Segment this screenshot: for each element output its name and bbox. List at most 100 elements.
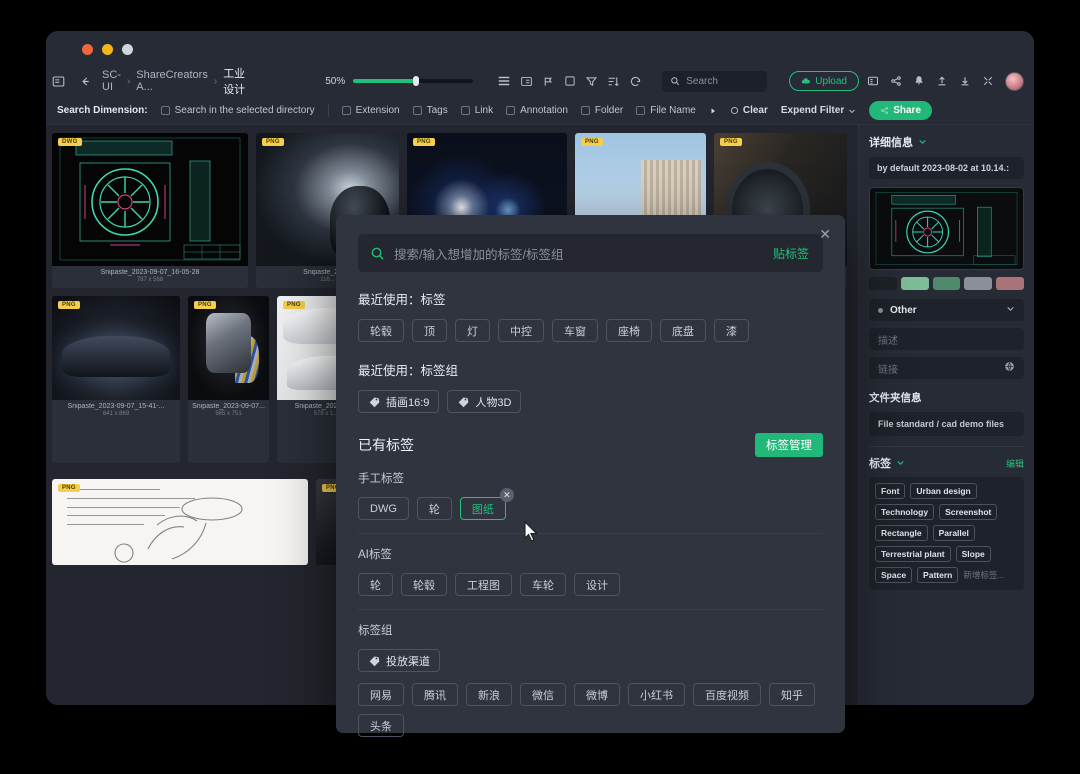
panel-icon[interactable] [867, 75, 879, 87]
gallery-item[interactable]: DWG Snipaste_2023-09-07_16-05-28 787 x 5… [52, 133, 248, 288]
group-member-chip[interactable]: 微信 [520, 683, 566, 706]
sidebar-tag[interactable]: Urban design [910, 483, 977, 499]
minimize-window-button[interactable] [102, 44, 113, 55]
group-member-chip[interactable]: 网易 [358, 683, 404, 706]
close-icon[interactable]: ✕ [819, 227, 831, 241]
download-icon[interactable] [959, 75, 971, 87]
ai-tag-chip[interactable]: 轮 [358, 573, 393, 596]
detail-view-icon[interactable] [520, 75, 533, 88]
thumbnail[interactable]: DWG [52, 133, 248, 266]
details-header[interactable]: 详细信息 [869, 134, 1024, 150]
fullscreen-icon[interactable] [982, 75, 994, 87]
chevron-down-icon[interactable] [1006, 304, 1015, 316]
remove-tag-icon[interactable]: ✕ [499, 488, 514, 502]
color-swatch[interactable] [932, 277, 961, 290]
color-swatch[interactable] [996, 277, 1024, 290]
checkbox-extension[interactable]: Extension [341, 105, 400, 116]
tag-management-button[interactable]: 标签管理 [755, 433, 823, 457]
maximize-window-button[interactable] [122, 44, 133, 55]
recent-tag-chip[interactable]: 灯 [455, 319, 490, 342]
checkbox-tags[interactable]: Tags [412, 105, 448, 116]
folder-path-value[interactable]: File standard / cad demo files [869, 412, 1024, 436]
user-avatar[interactable] [1005, 71, 1024, 91]
expand-arrow-icon[interactable] [709, 107, 717, 115]
paste-tag-button[interactable]: 贴标签 [773, 245, 809, 262]
upload-button[interactable]: Upload [789, 71, 859, 91]
square-icon[interactable] [564, 75, 576, 87]
checkbox-file-name[interactable]: File Name [636, 105, 696, 116]
manual-tag-chip[interactable]: 轮 [416, 497, 452, 520]
ai-tag-chip[interactable]: 车轮 [520, 573, 566, 596]
thumbnail[interactable]: PNG [52, 296, 180, 400]
thumbnail[interactable]: PNG [188, 296, 269, 400]
sidebar-tag[interactable]: Parallel [932, 525, 975, 541]
sidebar-tag[interactable]: Technology [875, 504, 935, 520]
group-member-chip[interactable]: 小红书 [628, 683, 685, 706]
sidebar-tag[interactable]: Terrestrial plant [875, 546, 951, 562]
refresh-icon[interactable] [629, 75, 642, 88]
upload-icon[interactable] [936, 75, 948, 87]
checkbox-search-in-directory[interactable]: Search in the selected directory [160, 105, 315, 116]
gallery-item[interactable]: PNG Snipaste_2023-09-07_15-41-... 641 x … [52, 296, 180, 463]
checkbox-annotation[interactable]: Annotation [506, 105, 568, 116]
link-field[interactable]: 链接 [869, 357, 1024, 379]
sidebar-tag[interactable]: Font [875, 483, 906, 499]
tag-group-chip[interactable]: 投放渠道 [358, 649, 440, 672]
clear-button[interactable]: Clear [730, 105, 768, 116]
zoom-slider[interactable] [353, 76, 474, 86]
manual-tag-chip-selected[interactable]: 图纸 ✕ [459, 488, 514, 520]
recent-group-chip[interactable]: 人物3D [447, 390, 522, 413]
recent-group-chip[interactable]: 插画16:9 [358, 390, 440, 413]
edit-tags-button[interactable]: 编辑 [1006, 457, 1024, 470]
recent-tag-chip[interactable]: 车窗 [552, 319, 598, 342]
flag-icon[interactable] [542, 75, 555, 88]
breadcrumb-item-1[interactable]: ShareCreators A... [136, 69, 208, 93]
bell-icon[interactable] [913, 75, 925, 87]
sidebar-tag[interactable]: Rectangle [875, 525, 928, 541]
checkbox-link[interactable]: Link [460, 105, 493, 116]
chevron-down-icon[interactable] [918, 137, 927, 148]
group-member-chip[interactable]: 知乎 [769, 683, 815, 706]
ai-tag-chip[interactable]: 工程图 [455, 573, 512, 596]
ai-tag-chip[interactable]: 设计 [574, 573, 620, 596]
color-swatch[interactable] [869, 277, 897, 290]
sidebar-tag[interactable]: Slope [955, 546, 991, 562]
share-button[interactable]: Share [869, 101, 933, 120]
color-swatch[interactable] [964, 277, 993, 290]
recent-tag-chip[interactable]: 轮毂 [358, 319, 404, 342]
group-member-chip[interactable]: 百度视频 [693, 683, 761, 706]
group-member-chip[interactable]: 新浪 [466, 683, 512, 706]
expend-filter-button[interactable]: Expend Filter [781, 105, 856, 116]
checkbox-folder[interactable]: Folder [580, 105, 623, 116]
recent-tag-chip[interactable]: 中控 [498, 319, 544, 342]
sort-icon[interactable] [607, 75, 620, 88]
add-tag-input[interactable]: 新增标签... [963, 569, 1004, 581]
filter-icon[interactable] [585, 75, 598, 88]
sidebar-tag[interactable]: Pattern [917, 567, 959, 583]
gallery-item[interactable]: PNG Snipaste_2023-09-07... 565 x 751 [188, 296, 269, 463]
breadcrumb-item-0[interactable]: SC-UI [102, 69, 121, 93]
recent-tag-chip[interactable]: 底盘 [660, 319, 706, 342]
recent-tag-chip[interactable]: 顶 [412, 319, 447, 342]
description-field[interactable]: 描述 [869, 328, 1024, 350]
category-select[interactable]: Other [869, 299, 1024, 321]
list-view-icon[interactable] [497, 74, 511, 88]
chevron-down-icon[interactable] [896, 458, 905, 469]
sidebar-toggle-icon[interactable] [52, 75, 65, 88]
globe-icon[interactable] [1004, 361, 1015, 375]
back-arrow-icon[interactable] [79, 75, 92, 88]
recent-tag-chip[interactable]: 座椅 [606, 319, 652, 342]
group-member-chip[interactable]: 腾讯 [412, 683, 458, 706]
tag-search-input[interactable]: 搜索/输入想增加的标签/标签组 贴标签 [358, 234, 823, 272]
ai-tag-chip[interactable]: 轮毂 [401, 573, 447, 596]
thumbnail[interactable]: PNG [52, 479, 308, 565]
zoom-slider-handle[interactable] [413, 76, 420, 86]
manual-tag-chip[interactable]: DWG [358, 497, 409, 520]
gallery-item[interactable]: PNG [52, 479, 308, 565]
file-preview[interactable] [869, 187, 1024, 270]
search-input[interactable]: Search [662, 70, 768, 92]
group-member-chip[interactable]: 微博 [574, 683, 620, 706]
color-swatch[interactable] [900, 277, 929, 290]
recent-tag-chip[interactable]: 漆 [714, 319, 749, 342]
sidebar-tag[interactable]: Space [875, 567, 913, 583]
